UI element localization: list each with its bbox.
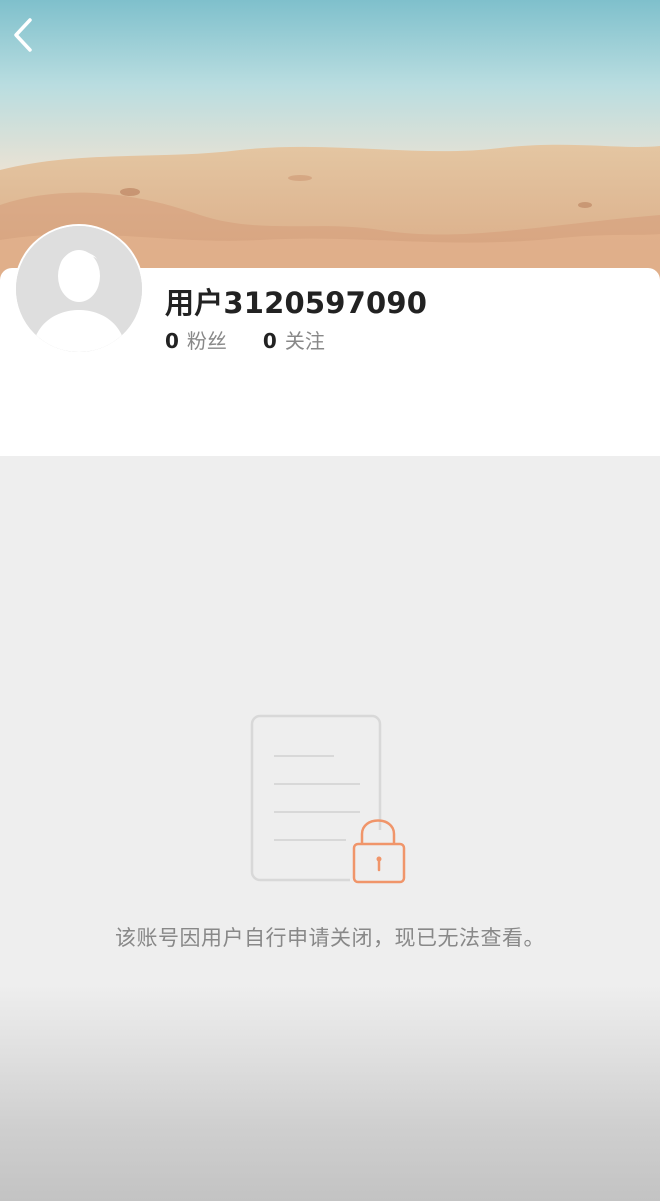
avatar[interactable] bbox=[14, 224, 144, 354]
chevron-left-icon bbox=[14, 18, 32, 52]
following-count: 0 bbox=[262, 329, 277, 353]
fans-stat[interactable]: 0 粉丝 bbox=[165, 325, 227, 354]
back-button[interactable] bbox=[6, 12, 46, 58]
following-stat[interactable]: 0 关注 bbox=[263, 325, 325, 354]
default-user-avatar-icon bbox=[16, 226, 142, 352]
following-label: 关注 bbox=[284, 329, 325, 353]
profile-stats: 0 粉丝 0 关注 bbox=[165, 325, 325, 354]
profile-username: 用户3120597090 bbox=[165, 286, 428, 320]
account-closed-notice: 该账号因用户自行申请关闭，现已无法查看。 bbox=[115, 926, 545, 950]
fans-count: 0 bbox=[165, 329, 179, 353]
fans-label: 粉丝 bbox=[186, 329, 227, 353]
locked-document-icon bbox=[248, 712, 410, 888]
